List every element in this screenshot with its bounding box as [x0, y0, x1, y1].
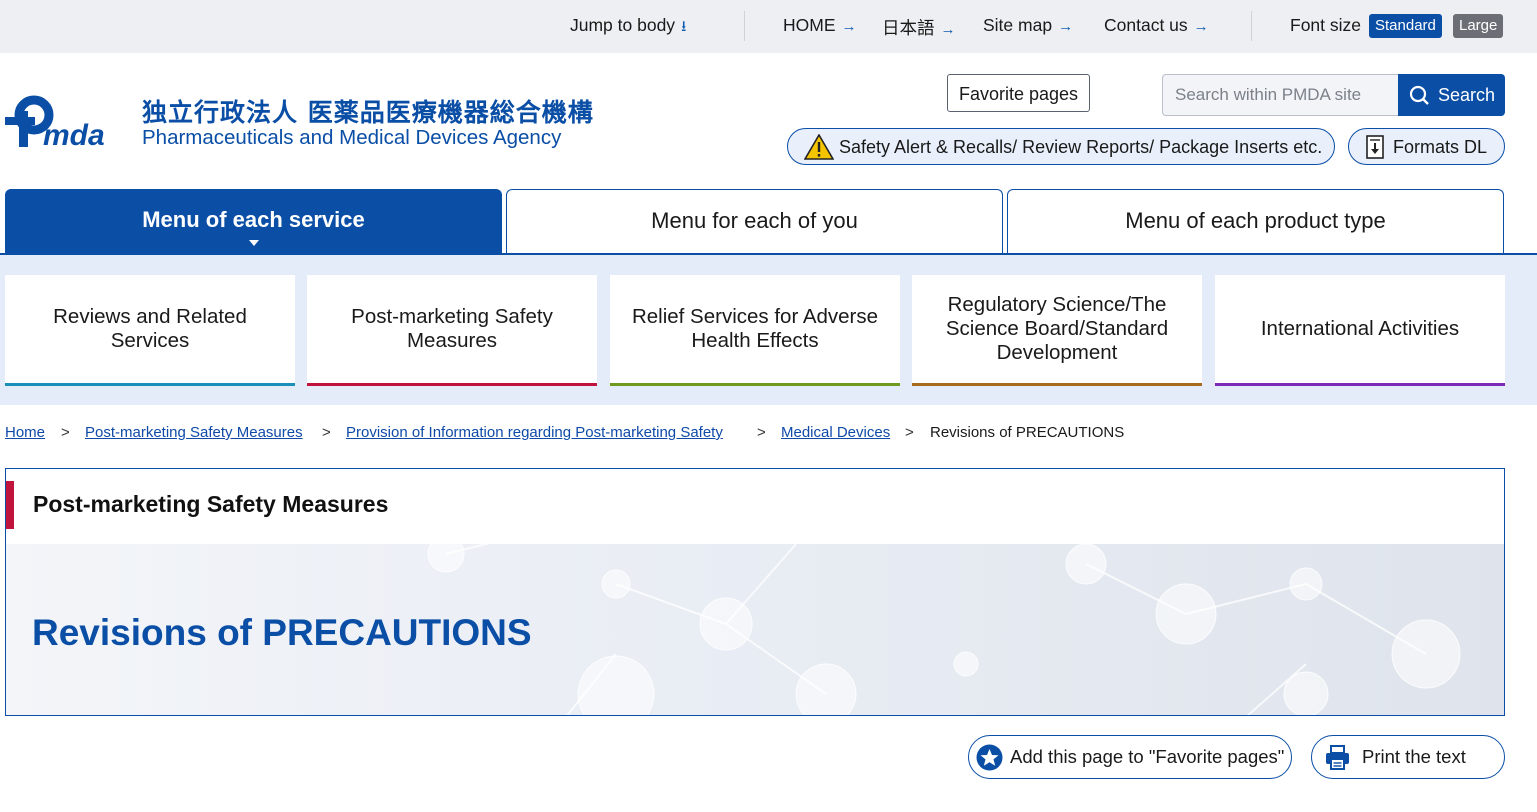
divider: [744, 11, 745, 41]
contact-label: Contact us: [1104, 15, 1188, 35]
site-map-label: Site map: [983, 15, 1053, 35]
add-favorite-button[interactable]: Add this page to "Favorite pages": [968, 735, 1292, 779]
divider: [1251, 11, 1252, 41]
print-label: Print the text: [1362, 746, 1466, 767]
formats-dl-button[interactable]: Formats DL: [1348, 128, 1505, 165]
breadcrumb-separator: >: [757, 424, 766, 441]
breadcrumb-medical-devices[interactable]: Medical Devices: [781, 424, 890, 441]
japanese-label: 日本語: [882, 19, 935, 39]
printer-icon: [1326, 745, 1349, 770]
service-card-label: Regulatory Science/The Science Board/Sta…: [945, 293, 1169, 364]
service-card-label: Reviews and Related Services: [53, 305, 247, 352]
formats-dl-label: Formats DL: [1393, 137, 1488, 157]
page-header-box: Post-marketing Safety Measures Revisions…: [5, 468, 1505, 716]
org-name-ja: 独立行政法人 医薬品医療機器総合機構: [142, 98, 594, 127]
tab-label: Menu of each product type: [1125, 208, 1386, 233]
contact-link[interactable]: Contact us →: [1104, 15, 1209, 36]
breadcrumb-separator: >: [905, 424, 914, 441]
service-card-label: Relief Services for Adverse Health Effec…: [631, 305, 879, 352]
hero-banner: Revisions of PRECAUTIONS: [6, 544, 1504, 715]
breadcrumb-provision-info[interactable]: Provision of Information regarding Post-…: [346, 424, 723, 441]
arrow-right-icon: →: [1058, 18, 1074, 35]
service-card-post-marketing[interactable]: Post-marketing Safety Measures: [307, 275, 597, 386]
search-input[interactable]: [1162, 74, 1399, 116]
category-accent-bar: [6, 481, 14, 529]
service-card-reviews[interactable]: Reviews and Related Services: [5, 275, 295, 386]
breadcrumb-separator: >: [322, 424, 331, 441]
pmda-logo-icon: mda: [5, 95, 105, 149]
breadcrumb-home[interactable]: Home: [5, 424, 45, 441]
font-standard-button[interactable]: Standard: [1369, 14, 1442, 38]
chevron-down-icon: ⭳: [681, 18, 687, 35]
arrow-right-icon: →: [841, 18, 857, 35]
safety-alert-button[interactable]: Safety Alert & Recalls/ Review Reports/ …: [787, 128, 1335, 165]
japanese-link[interactable]: 日本語 →: [882, 15, 956, 40]
download-document-icon: [1366, 135, 1384, 159]
tab-label: Menu for each of you: [651, 208, 858, 233]
tab-label: Menu of each service: [142, 207, 365, 232]
safety-alert-label: Safety Alert & Recalls/ Review Reports/ …: [839, 137, 1323, 157]
svg-text:mda: mda: [43, 119, 105, 149]
search-button-label: Search: [1438, 85, 1496, 105]
jump-to-body-label: Jump to body: [570, 15, 676, 35]
category-title: Post-marketing Safety Measures: [33, 491, 389, 517]
site-map-link[interactable]: Site map →: [983, 15, 1073, 36]
breadcrumb-separator: >: [61, 424, 70, 441]
star-icon: [976, 744, 1003, 771]
jump-to-body-link[interactable]: Jump to body ⭳: [570, 15, 686, 41]
breadcrumb-current: Revisions of PRECAUTIONS: [930, 424, 1125, 441]
warning-icon: [804, 134, 834, 160]
tab-menu-of-each-product-type[interactable]: Menu of each product type: [1007, 189, 1504, 253]
arrow-right-icon: →: [940, 21, 956, 38]
favorite-pages-button[interactable]: Favorite pages: [947, 74, 1090, 112]
home-label: HOME: [783, 15, 836, 35]
org-name-en: Pharmaceuticals and Medical Devices Agen…: [142, 126, 562, 149]
service-card-label: International Activities: [1260, 317, 1460, 340]
page-title: Revisions of PRECAUTIONS: [32, 612, 532, 653]
print-button[interactable]: Print the text: [1311, 735, 1505, 779]
service-card-relief-services[interactable]: Relief Services for Adverse Health Effec…: [610, 275, 900, 386]
utility-bar: Jump to body ⭳ HOME → 日本語 → Site map → Conta…: [0, 0, 1537, 53]
font-large-button[interactable]: Large: [1453, 14, 1504, 38]
tab-menu-of-each-service[interactable]: Menu of each service: [5, 189, 502, 253]
search-icon: [1409, 85, 1429, 105]
search-button[interactable]: Search: [1398, 74, 1505, 116]
service-card-label: Post-marketing Safety Measures: [351, 305, 553, 352]
service-card-regulatory-science[interactable]: Regulatory Science/The Science Board/Sta…: [912, 275, 1202, 386]
breadcrumb-post-marketing[interactable]: Post-marketing Safety Measures: [85, 424, 303, 441]
service-card-international[interactable]: International Activities: [1215, 275, 1505, 386]
arrow-right-icon: →: [1193, 18, 1209, 35]
tab-menu-for-each-of-you[interactable]: Menu for each of you: [506, 189, 1003, 253]
caret-down-icon: [248, 240, 259, 246]
font-size-label: Font size: [1290, 15, 1361, 35]
add-favorite-label: Add this page to "Favorite pages": [1010, 746, 1285, 767]
home-link[interactable]: HOME →: [783, 15, 857, 36]
